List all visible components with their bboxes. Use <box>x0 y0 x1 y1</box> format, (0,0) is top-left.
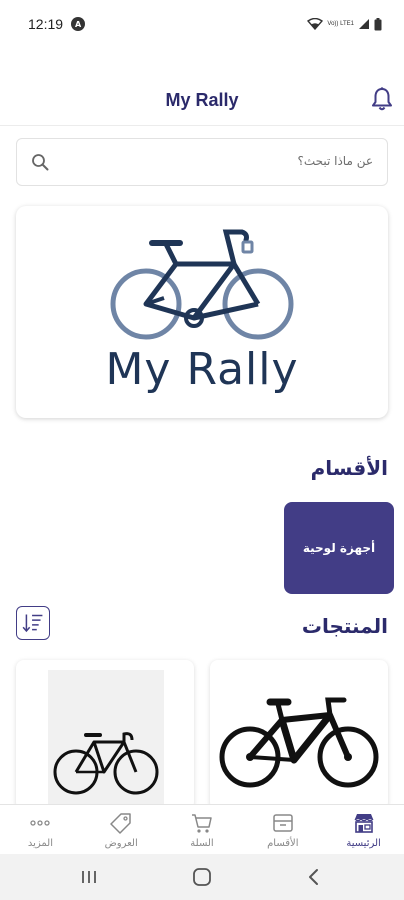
sort-button[interactable] <box>16 606 50 640</box>
category-label: أجهزة لوحية <box>302 541 376 555</box>
status-bar: 12:19 A Vo)) LTE1 <box>0 0 404 48</box>
categories-title: الأقسام <box>310 456 388 480</box>
back-icon[interactable] <box>303 866 325 888</box>
home-button-icon[interactable] <box>191 866 213 888</box>
app-bar: My Rally <box>0 76 404 126</box>
search-placeholder: عن ماذا تبحث؟ <box>297 154 373 168</box>
system-nav-bar <box>0 854 404 900</box>
nav-categories[interactable]: الأقسام <box>242 805 323 854</box>
tag-icon <box>110 813 131 834</box>
nav-home[interactable]: الرئيسية <box>323 805 404 854</box>
app-title: My Rally <box>165 90 239 110</box>
status-right: Vo)) LTE1 <box>307 17 382 31</box>
notification-indicator-icon: A <box>71 17 86 31</box>
wifi-icon <box>307 18 324 30</box>
status-time: 12:19 <box>28 16 64 32</box>
category-tablets[interactable]: أجهزة لوحية <box>284 502 394 594</box>
nav-label: الأقسام <box>267 838 299 849</box>
network-label: Vo)) LTE1 <box>327 21 354 27</box>
logo-text: My Rally <box>105 344 299 395</box>
search-icon <box>32 154 49 171</box>
recent-apps-icon[interactable] <box>78 866 100 888</box>
nav-cart[interactable]: السلة <box>162 805 243 854</box>
product-card[interactable] <box>210 660 388 810</box>
status-left: 12:19 A <box>28 16 86 32</box>
store-icon <box>354 814 374 833</box>
bottom-nav: الرئيسية الأقسام السلة العروض المزيد <box>0 804 404 854</box>
nav-label: المزيد <box>27 838 53 849</box>
promo-banner[interactable]: My Rally <box>16 206 388 418</box>
battery-icon <box>374 17 382 30</box>
nav-offers[interactable]: العروض <box>81 805 162 854</box>
product-card[interactable] <box>16 660 194 810</box>
nav-label: السلة <box>190 838 214 849</box>
bell-icon[interactable] <box>370 86 394 112</box>
nav-label: الرئيسية <box>346 838 381 849</box>
box-icon <box>273 814 293 832</box>
cart-icon <box>192 814 212 833</box>
search-input[interactable]: عن ماذا تبحث؟ <box>16 138 388 186</box>
more-icon <box>30 820 51 826</box>
nav-label: العروض <box>104 838 138 849</box>
products-title: المنتجات <box>301 614 388 638</box>
product-image-ebike <box>219 697 379 788</box>
sort-icon <box>22 614 43 633</box>
nav-more[interactable]: المزيد <box>0 805 81 854</box>
product-image-roadbike <box>53 732 159 795</box>
signal-icon <box>359 19 369 29</box>
